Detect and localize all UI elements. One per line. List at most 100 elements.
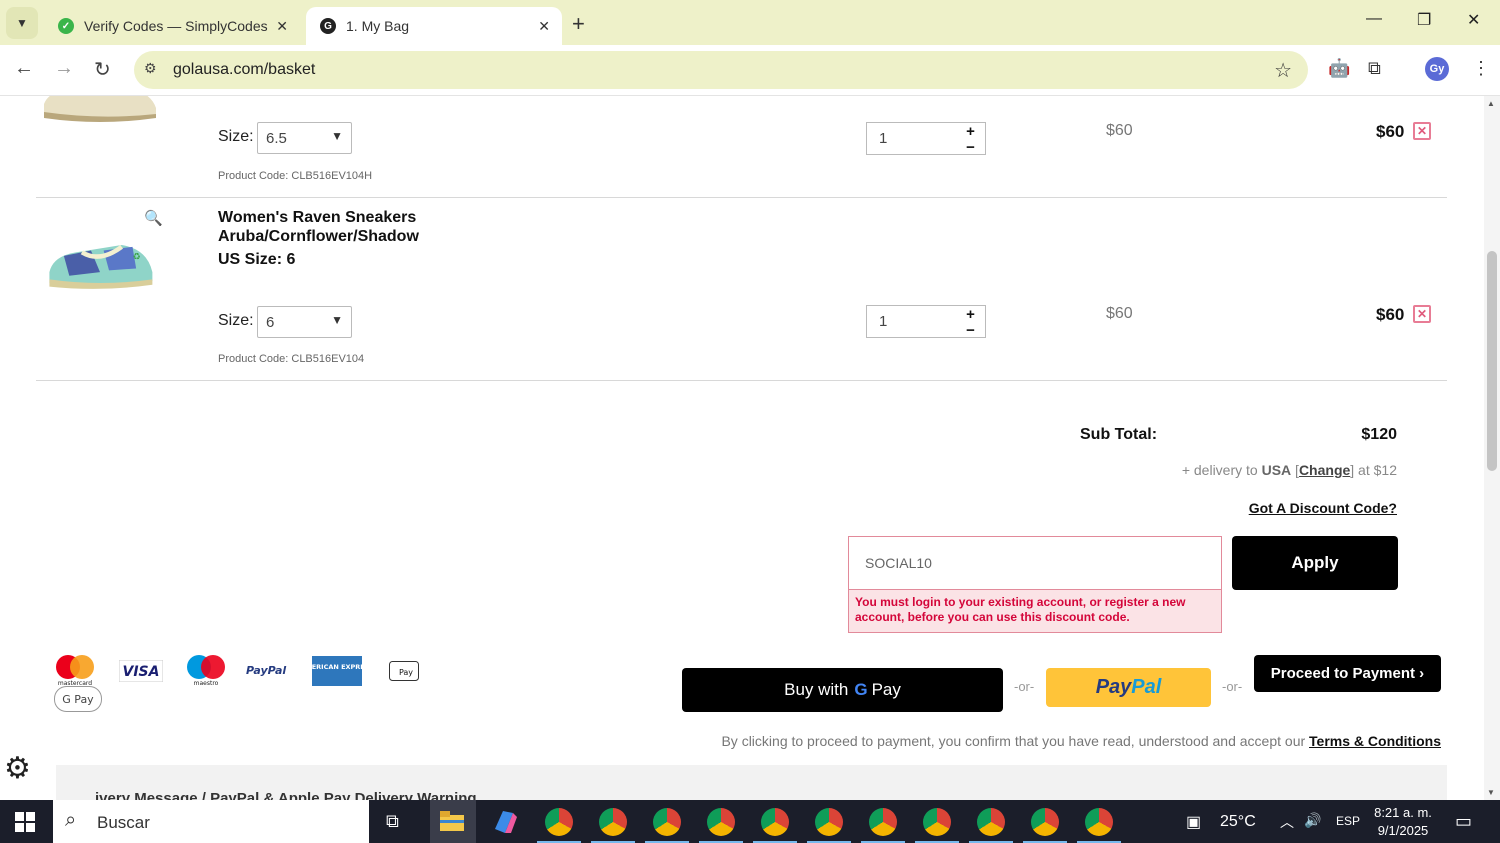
quantity-value[interactable]: 1	[879, 130, 887, 147]
clock-date: 9/1/2025	[1377, 823, 1429, 838]
taskbar-clock[interactable]: 8:21 a. m. 9/1/2025	[1367, 804, 1439, 840]
product-image-2[interactable]: ♻	[40, 236, 160, 292]
restore-icon[interactable]: ❐	[1417, 10, 1431, 30]
browser-menu-icon[interactable]: ⋮	[1472, 58, 1490, 79]
language-indicator[interactable]: ESP	[1336, 814, 1360, 828]
decrease-quantity-button[interactable]: −	[955, 139, 986, 156]
weather-temperature[interactable]: 25°C	[1220, 813, 1256, 831]
svg-text:♻: ♻	[133, 252, 141, 262]
site-info-icon[interactable]: ⚙	[144, 60, 157, 77]
tab-search-button[interactable]: ▼	[6, 7, 38, 39]
decrease-quantity-button[interactable]: −	[955, 322, 986, 339]
quantity-value[interactable]: 1	[879, 313, 887, 330]
divider	[36, 380, 1447, 381]
weather-icon[interactable]: ▣	[1186, 812, 1201, 832]
increase-quantity-button[interactable]: +	[955, 306, 986, 323]
chrome-profile-icon[interactable]	[815, 808, 843, 836]
scrollbar-thumb[interactable]	[1487, 251, 1497, 471]
chrome-profile-icon[interactable]	[869, 808, 897, 836]
tab-close-icon[interactable]: ✕	[538, 18, 550, 35]
file-explorer-icon	[440, 811, 464, 831]
delivery-message-title[interactable]: …ivery Message / PayPal & Apple Pay Deli…	[80, 790, 477, 800]
amex-text: AMERICAN EXPRESS	[312, 663, 362, 671]
copilot-icon[interactable]	[491, 809, 519, 835]
remove-item-icon[interactable]: ✕	[1413, 305, 1431, 323]
size-select-2[interactable]: 6 ▼	[257, 306, 352, 338]
google-pay-logo: G Pay	[54, 686, 102, 712]
chrome-profile-icon[interactable]	[599, 808, 627, 836]
notification-icon[interactable]: ▭	[1455, 811, 1472, 832]
size-value: 6	[266, 314, 275, 331]
scroll-down-icon[interactable]: ▼	[1487, 788, 1495, 797]
gpay-label: Buy with	[784, 680, 849, 699]
size-label: Size:	[218, 128, 254, 145]
windows-taskbar: ⌕ Buscar ⧉ ▣ 25°C ︿ 🔊 ESP 8:21 a. m. 9/1…	[0, 800, 1500, 843]
tab-my-bag[interactable]: G 1. My Bag ✕	[306, 7, 562, 45]
page-content: Size: 6.5 ▼ Product Code: CLB516EV104H 1…	[0, 96, 1484, 800]
new-tab-icon[interactable]: +	[572, 11, 585, 37]
discount-code-input[interactable]: SOCIAL10	[848, 536, 1222, 590]
forward-icon[interactable]: →	[54, 57, 74, 80]
proceed-to-payment-button[interactable]: Proceed to Payment ›	[1254, 655, 1441, 692]
quantity-stepper-1[interactable]: 1 + −	[866, 122, 986, 156]
tab-close-icon[interactable]: ✕	[276, 18, 288, 35]
page-scrollbar[interactable]: ▲ ▼	[1484, 96, 1500, 800]
back-icon[interactable]: ←	[14, 57, 34, 80]
chrome-profile-icon[interactable]	[923, 808, 951, 836]
product-color: Aruba/Cornflower/Shadow	[218, 228, 419, 245]
mastercard-logo: mastercard	[56, 655, 94, 686]
size-label: Size:	[218, 312, 254, 329]
address-bar[interactable]: ⚙ golausa.com/basket ☆	[134, 51, 1308, 89]
extensions-puzzle-icon[interactable]: ⧉	[1368, 58, 1381, 79]
tab-verify-codes[interactable]: ✓ Verify Codes — SimplyCodes ✕	[44, 7, 300, 45]
change-delivery-link[interactable]: Change	[1299, 462, 1350, 478]
google-pay-button[interactable]: Buy with G Pay	[682, 668, 1003, 712]
profile-avatar[interactable]: Gy	[1425, 57, 1449, 81]
paypal-button[interactable]: Pay Pal	[1046, 668, 1211, 707]
terms-notice: By clicking to proceed to payment, you c…	[721, 733, 1441, 749]
paypal-pal-text: Pal	[1131, 676, 1162, 698]
discount-error-message: You must login to your existing account,…	[848, 590, 1222, 633]
quantity-stepper-2[interactable]: 1 + −	[866, 305, 986, 339]
volume-icon[interactable]: 🔊	[1304, 812, 1321, 829]
chrome-profile-icon[interactable]	[761, 808, 789, 836]
apply-discount-button[interactable]: Apply	[1232, 536, 1398, 590]
chrome-profile-icon[interactable]	[1031, 808, 1059, 836]
bookmark-star-icon[interactable]: ☆	[1274, 58, 1292, 83]
tab-title: Verify Codes — SimplyCodes	[84, 18, 268, 34]
chevron-down-icon: ▼	[331, 129, 343, 143]
scroll-up-icon[interactable]: ▲	[1487, 99, 1495, 108]
or-separator: -or-	[1222, 679, 1243, 694]
close-window-icon[interactable]: ✕	[1467, 10, 1480, 30]
line-total: $60	[1376, 305, 1405, 324]
chrome-profile-icon[interactable]	[1085, 808, 1113, 836]
apple-pay-logo: Pay	[389, 661, 419, 681]
size-select-1[interactable]: 6.5 ▼	[257, 122, 352, 154]
task-view-icon[interactable]: ⧉	[386, 811, 399, 832]
reload-icon[interactable]: ↻	[94, 57, 111, 82]
taskbar-search-input[interactable]: ⌕ Buscar	[53, 800, 369, 843]
chrome-profile-icon[interactable]	[707, 808, 735, 836]
zoom-magnifier-icon[interactable]: 🔍	[144, 209, 163, 227]
chevron-down-icon: ▼	[331, 313, 343, 327]
discount-code-link[interactable]: Got A Discount Code?	[1249, 500, 1397, 516]
visa-logo: VISA	[119, 660, 163, 682]
clock-time: 8:21 a. m.	[1374, 805, 1432, 820]
chevron-up-icon[interactable]: ︿	[1280, 812, 1294, 832]
chrome-app-icon[interactable]	[545, 808, 573, 836]
settings-gear-icon[interactable]: ⚙	[4, 751, 31, 786]
extension-robot-icon[interactable]: 🤖	[1328, 58, 1350, 79]
increase-quantity-button[interactable]: +	[955, 123, 986, 140]
size-value: 6.5	[266, 130, 287, 147]
google-pay-text: G Pay	[62, 693, 94, 706]
windows-start-icon[interactable]	[15, 812, 35, 832]
tab-bar: ▼ ✓ Verify Codes — SimplyCodes ✕ G 1. My…	[0, 0, 1500, 45]
terms-conditions-link[interactable]: Terms & Conditions	[1309, 733, 1441, 749]
simplycodes-favicon-icon: ✓	[58, 18, 74, 34]
remove-item-icon[interactable]: ✕	[1413, 122, 1431, 140]
chrome-profile-icon[interactable]	[977, 808, 1005, 836]
chrome-profile-icon[interactable]	[653, 808, 681, 836]
product-name[interactable]: Women's Raven Sneakers	[218, 209, 416, 227]
product-image-1[interactable]	[40, 96, 160, 124]
minimize-icon[interactable]: —	[1366, 10, 1382, 28]
